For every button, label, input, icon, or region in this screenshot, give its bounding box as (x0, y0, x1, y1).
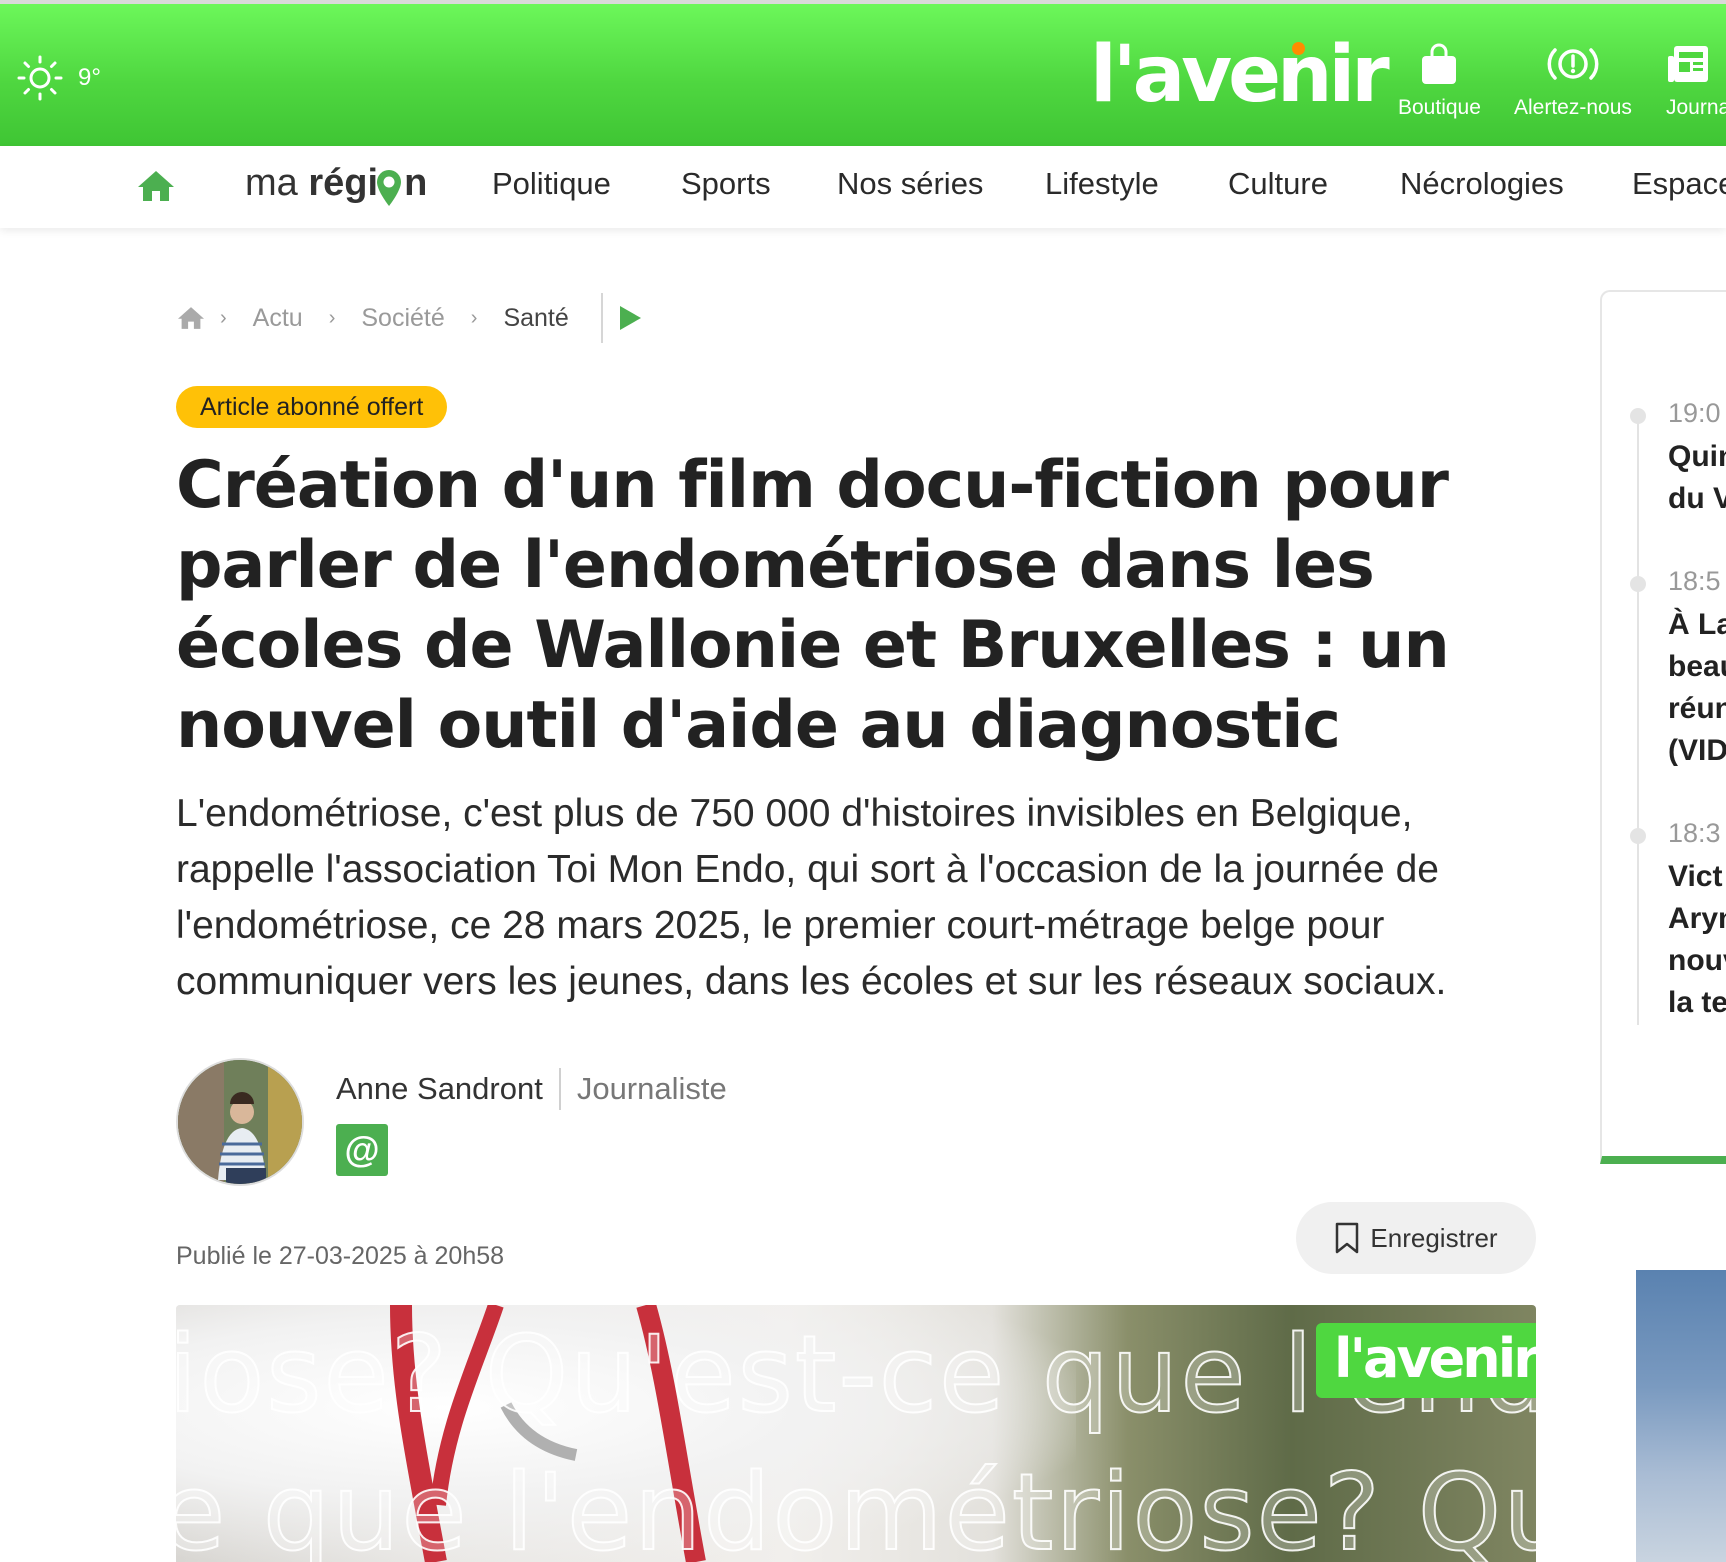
article-title: Création d'un film docu-fiction pour par… (176, 448, 1450, 763)
boutique-label: Boutique (1398, 96, 1481, 119)
nav-item-sports[interactable]: Sports (681, 166, 771, 202)
boutique-button[interactable]: Boutique (1398, 42, 1481, 120)
author-divider (558, 1068, 561, 1110)
ma-region-bold: régi (308, 162, 379, 204)
article-video[interactable]: iose? Qu'est-ce que l'endométr e que l'e… (176, 1305, 1536, 1562)
timeline-dot (1630, 408, 1646, 424)
logo-dot (1292, 42, 1305, 55)
rail-item-time: 19:0 (1668, 398, 1721, 428)
author-name[interactable]: Anne Sandront (336, 1071, 543, 1107)
rail-item-headline[interactable]: Quin du V (1668, 436, 1726, 520)
chevron-right-icon: › (470, 306, 478, 329)
subscriber-badge: Article abonné offert (176, 386, 448, 428)
rail-ad-image[interactable] (1636, 1270, 1726, 1562)
ma-region-bold-end: n (404, 162, 428, 204)
location-pin-icon (377, 170, 401, 206)
timeline-dot (1630, 576, 1646, 592)
save-button[interactable]: Enregistrer (1296, 1202, 1536, 1274)
author-info: Anne Sandront Journaliste (336, 1068, 727, 1110)
alert-icon (1547, 48, 1599, 80)
nav-item-culture[interactable]: Culture (1228, 166, 1328, 202)
weather-widget[interactable]: 9° (16, 54, 101, 102)
video-overlay-text-2: e que l'endométriose? Qu'est- (176, 1450, 1536, 1562)
author-photo (178, 1060, 302, 1184)
journal-button[interactable]: Journa (1666, 42, 1726, 120)
nav-item-nos-series[interactable]: Nos séries (837, 166, 983, 202)
ma-region-light: ma (245, 162, 298, 204)
weather-temperature: 9° (78, 64, 101, 91)
nav-item-espace[interactable]: Espace (1632, 166, 1726, 202)
author-email-button[interactable]: @ (336, 1124, 388, 1176)
sun-icon (17, 55, 63, 101)
rail-item-headline[interactable]: Vict Aryn nouv la te (1668, 856, 1726, 1024)
rail-item-time: 18:3 (1668, 818, 1721, 848)
home-icon (138, 171, 174, 201)
breadcrumb-sante[interactable]: Santé (503, 304, 568, 333)
alertez-nous-label: Alertez-nous (1514, 96, 1632, 119)
bookmark-icon (1336, 1222, 1359, 1254)
nav-item-politique[interactable]: Politique (492, 166, 611, 202)
breadcrumb-divider (600, 293, 603, 343)
rail-item-time: 18:5 (1668, 566, 1721, 596)
main-nav: ma régi n Politique Sports Nos séries Lif… (0, 146, 1726, 228)
breadcrumb-societe[interactable]: Société (361, 304, 444, 333)
author-role: Journaliste (576, 1071, 727, 1106)
article-lead: L'endométriose, c'est plus de 750 000 d'… (176, 792, 1447, 1003)
publish-date: Publié le 27-03-2025 à 20h58 (176, 1242, 505, 1270)
author-avatar[interactable] (176, 1058, 304, 1186)
chevron-right-icon: › (328, 306, 336, 329)
nav-item-lifestyle[interactable]: Lifestyle (1045, 166, 1159, 202)
rail-item-headline[interactable]: À La beau réun (VID (1668, 604, 1726, 772)
breadcrumb: › Actu › Société › Santé (176, 293, 643, 343)
breadcrumb-home-icon[interactable] (176, 305, 206, 331)
site-header: 9° l'avenir Boutique Alertez-nous Journa (0, 0, 1726, 146)
nav-item-necrologies[interactable]: Nécrologies (1400, 166, 1564, 202)
alertez-nous-button[interactable]: Alertez-nous (1514, 42, 1632, 120)
newspaper-icon (1668, 46, 1708, 82)
site-logo[interactable]: l'avenir (1090, 36, 1390, 114)
video-logo: l'avenir (1316, 1323, 1536, 1398)
nav-home-button[interactable] (136, 168, 176, 209)
shopping-bag-icon (1422, 43, 1457, 84)
journal-label: Journa (1666, 96, 1726, 119)
play-icon[interactable] (617, 304, 643, 332)
timeline-dot (1630, 828, 1646, 844)
chevron-right-icon: › (220, 306, 227, 329)
save-label: Enregistrer (1370, 1222, 1498, 1253)
timeline-line (1637, 415, 1639, 1025)
breadcrumb-actu[interactable]: Actu (253, 304, 303, 333)
